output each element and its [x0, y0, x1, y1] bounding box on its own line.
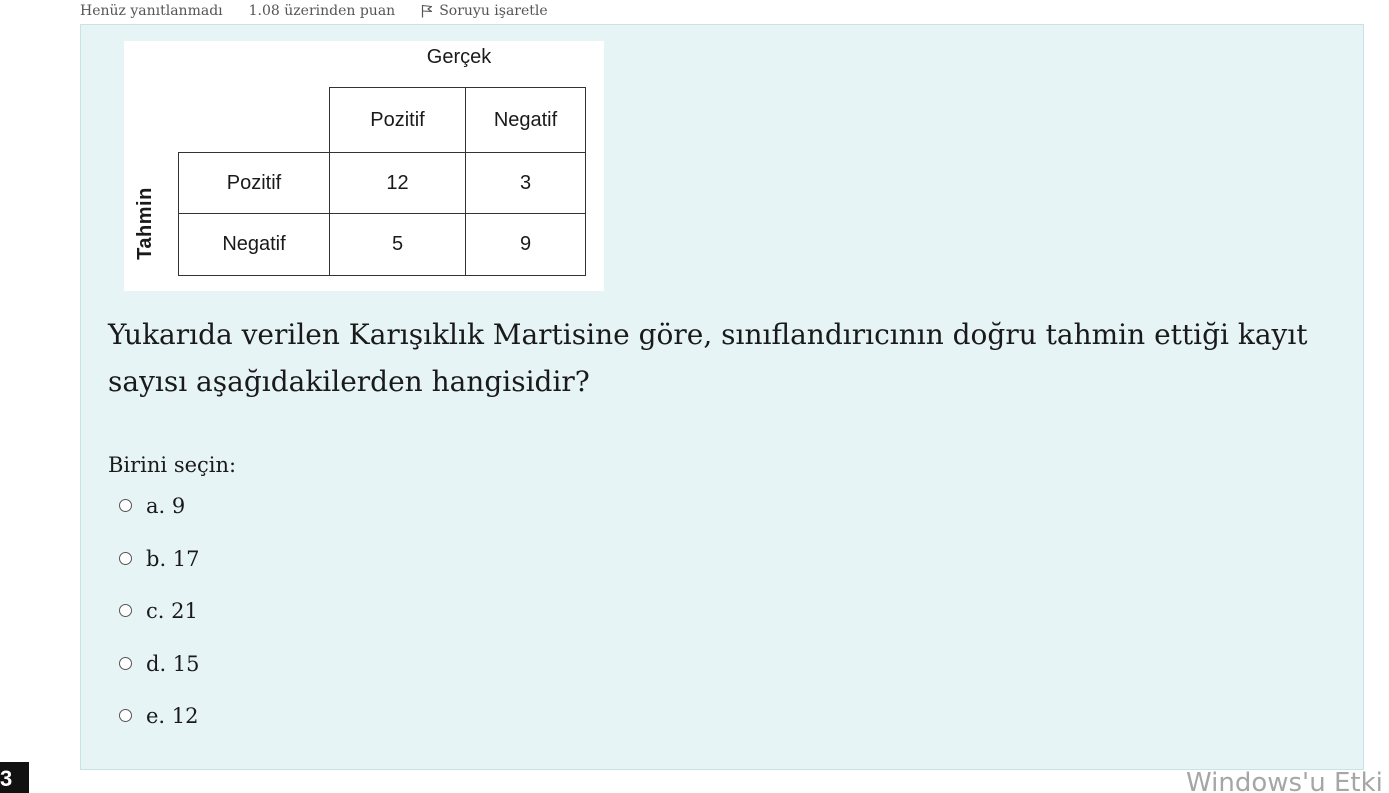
answer-label: e. 12: [146, 704, 199, 728]
question-content-box: Gerçek Tahmin Pozitif Negatif Pozitif 12…: [80, 24, 1364, 770]
radio-button[interactable]: [119, 604, 132, 617]
answer-prompt: Birini seçin:: [108, 453, 237, 477]
answer-option-b[interactable]: b. 17: [119, 544, 200, 597]
answer-option-a[interactable]: a. 9: [119, 491, 200, 544]
radio-button[interactable]: [119, 551, 132, 565]
col-header-positive: Pozitif: [329, 87, 466, 153]
answer-label: a. 9: [146, 494, 186, 518]
row-header-positive: Pozitif: [178, 152, 330, 214]
predicted-axis-title-wrap: Tahmin: [127, 173, 163, 273]
flag-icon: [422, 4, 433, 18]
radio-button[interactable]: [119, 499, 132, 512]
cell-tp: 12: [329, 152, 466, 214]
predicted-axis-title: Tahmin: [133, 186, 156, 260]
row-header-negative: Negatif: [178, 213, 330, 276]
col-header-negative: Negatif: [465, 87, 586, 153]
actual-axis-title: Gerçek: [426, 46, 492, 68]
question-text: Yukarıda verilen Karışıklık Martisine gö…: [108, 318, 1308, 398]
question-number-badge: 3: [0, 762, 29, 793]
answer-option-e[interactable]: e. 12: [119, 701, 200, 754]
question-info-bar: Henüz yanıtlanmadı 1.08 üzerinden puan S…: [80, 0, 574, 22]
cell-fn: 5: [329, 213, 466, 276]
radio-button[interactable]: [119, 656, 132, 670]
answer-label: c. 21: [146, 599, 198, 623]
radio-button[interactable]: [119, 709, 132, 722]
answer-option-d[interactable]: d. 15: [119, 649, 200, 702]
cell-fp: 3: [465, 152, 586, 214]
answer-options: a. 9 b. 17 c. 21 d. 15 e. 12: [119, 491, 200, 754]
answer-label: d. 15: [146, 651, 200, 676]
cell-tn: 9: [465, 213, 586, 276]
answer-label: b. 17: [146, 546, 200, 571]
flag-question-link[interactable]: Soruyu işaretle: [421, 3, 548, 19]
flag-question-label: Soruyu işaretle: [439, 3, 548, 19]
answer-option-c[interactable]: c. 21: [119, 596, 200, 649]
question-status: Henüz yanıtlanmadı: [80, 3, 223, 19]
windows-activation-watermark: Windows'u Etki: [1186, 768, 1383, 793]
confusion-matrix-image: Gerçek Tahmin Pozitif Negatif Pozitif 12…: [124, 41, 604, 291]
question-points: 1.08 üzerinden puan: [248, 3, 396, 19]
